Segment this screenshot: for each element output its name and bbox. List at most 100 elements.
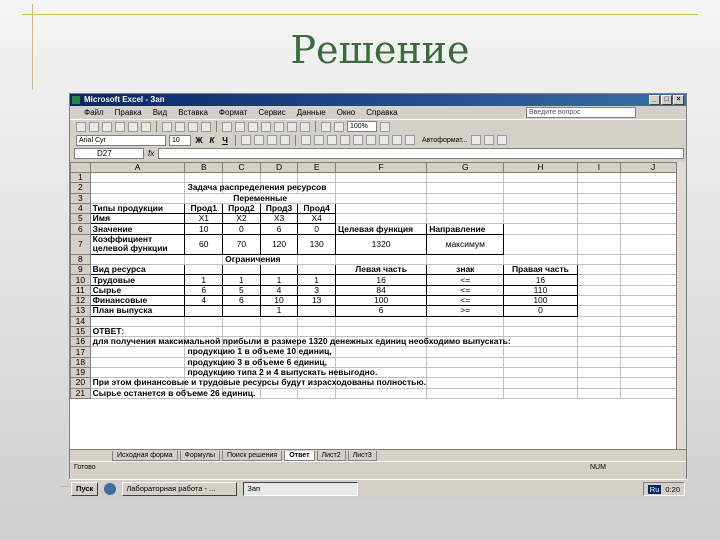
cell[interactable] <box>89 192 186 204</box>
cell[interactable]: 3 <box>297 284 336 296</box>
cell[interactable]: 6 <box>222 294 261 307</box>
cell[interactable]: 84 <box>334 284 428 296</box>
cell[interactable] <box>334 192 428 204</box>
cell[interactable] <box>334 253 428 266</box>
browser-icon[interactable] <box>104 483 117 495</box>
cell[interactable] <box>222 264 261 276</box>
cell[interactable] <box>184 171 224 184</box>
cell[interactable] <box>426 325 505 338</box>
menu-tools[interactable]: Сервис <box>258 108 285 117</box>
cell[interactable] <box>576 192 622 204</box>
cell[interactable] <box>576 336 622 348</box>
cell[interactable]: 100 <box>503 294 578 307</box>
cell[interactable] <box>576 213 622 225</box>
cell[interactable] <box>297 171 336 184</box>
cell[interactable] <box>576 315 622 327</box>
sort-desc-icon[interactable] <box>300 121 310 132</box>
cell[interactable] <box>503 325 578 338</box>
cell[interactable]: Целевая функция <box>334 223 428 235</box>
column-header[interactable]: H <box>503 162 578 173</box>
cell[interactable] <box>89 182 186 194</box>
cell[interactable]: Ограничения <box>222 253 281 266</box>
increase-decimal-icon[interactable] <box>340 135 350 145</box>
task-excel[interactable]: Зап <box>243 482 359 496</box>
hyperlink-icon[interactable] <box>248 121 258 132</box>
arrow-icon[interactable] <box>496 135 507 145</box>
cell[interactable] <box>576 367 622 379</box>
cell[interactable]: Прод2 <box>222 202 261 215</box>
font-size-select[interactable]: 10 <box>169 134 191 146</box>
menu-view[interactable]: Вид <box>153 108 167 117</box>
cell[interactable] <box>259 387 299 399</box>
row-header[interactable]: 8 <box>70 253 91 266</box>
cell[interactable] <box>426 253 505 266</box>
cell[interactable] <box>576 264 622 276</box>
cell[interactable]: 130 <box>297 233 336 255</box>
row-header[interactable]: 4 <box>70 202 91 215</box>
cell[interactable]: 6 <box>184 284 224 296</box>
cell[interactable] <box>259 325 299 338</box>
underline-button[interactable]: Ч <box>220 135 230 146</box>
cell[interactable]: 10 <box>184 223 224 235</box>
font-select[interactable]: Arial Cyr <box>76 134 166 146</box>
cell[interactable] <box>297 253 336 266</box>
cell[interactable] <box>503 202 578 215</box>
undo-icon[interactable] <box>222 121 232 132</box>
column-header[interactable]: B <box>184 162 224 173</box>
row-header[interactable]: 7 <box>70 233 91 255</box>
cell[interactable]: X3 <box>259 213 299 225</box>
cell[interactable] <box>334 387 428 399</box>
sheet-tab[interactable]: Поиск решения <box>222 450 283 461</box>
row-header[interactable]: 5 <box>70 213 91 225</box>
cell[interactable]: <= <box>426 284 505 296</box>
cell[interactable] <box>334 171 428 184</box>
open-icon[interactable] <box>89 121 99 132</box>
name-box[interactable]: D27 <box>74 148 144 159</box>
column-header[interactable]: C <box>222 162 261 173</box>
paste-icon[interactable] <box>188 121 198 132</box>
cell[interactable]: продукцию типа 2 и 4 выпускать невыгодно… <box>184 367 377 379</box>
cell[interactable]: Задача распределения ресурсов <box>184 182 326 194</box>
cell[interactable] <box>259 171 299 184</box>
window-titlebar[interactable]: Microsoft Excel - Зап _ □ × <box>70 94 686 106</box>
worksheet-grid[interactable]: A B C D E F G H I J 1 2 Задача распредел… <box>70 162 686 449</box>
column-header[interactable]: G <box>426 162 505 173</box>
cell[interactable]: 10 <box>259 294 299 307</box>
menu-format[interactable]: Формат <box>219 108 247 117</box>
italic-button[interactable]: К <box>207 135 217 146</box>
row-header[interactable]: 2 <box>70 182 91 194</box>
cell[interactable] <box>184 264 224 276</box>
autosum-icon[interactable] <box>261 121 271 132</box>
align-left-icon[interactable] <box>241 135 251 145</box>
cell[interactable]: Направление <box>426 223 505 235</box>
row-header[interactable]: 16 <box>70 336 91 348</box>
menu-window[interactable]: Окно <box>337 108 356 117</box>
cell[interactable] <box>503 336 578 348</box>
cell[interactable] <box>184 305 224 317</box>
font-color-icon[interactable] <box>405 135 415 145</box>
cell[interactable] <box>503 346 578 358</box>
cell[interactable]: 1320 <box>334 233 428 255</box>
column-header[interactable]: A <box>89 162 186 173</box>
cell[interactable] <box>576 274 622 286</box>
cell[interactable] <box>503 356 578 369</box>
row-header[interactable]: 1 <box>70 171 91 184</box>
menu-file[interactable]: Файл <box>84 108 104 117</box>
menu-data[interactable]: Данные <box>297 108 326 117</box>
cell[interactable] <box>576 377 622 389</box>
menu-help[interactable]: Справка <box>366 108 397 117</box>
cell[interactable]: 70 <box>222 233 261 255</box>
cell[interactable]: Переменные <box>184 192 336 204</box>
cell[interactable] <box>334 315 428 327</box>
row-header[interactable]: 15 <box>70 325 91 338</box>
cell[interactable] <box>426 346 505 358</box>
cell[interactable] <box>426 182 505 194</box>
row-header[interactable]: 10 <box>70 274 91 286</box>
cell[interactable] <box>426 171 505 184</box>
cell[interactable]: <= <box>426 294 505 307</box>
menu-edit[interactable]: Правка <box>115 108 142 117</box>
cell[interactable] <box>503 387 578 399</box>
cell[interactable] <box>89 356 186 369</box>
row-header[interactable]: 21 <box>70 387 91 399</box>
cell[interactable]: для получения максимальной прибыли в раз… <box>89 336 511 348</box>
